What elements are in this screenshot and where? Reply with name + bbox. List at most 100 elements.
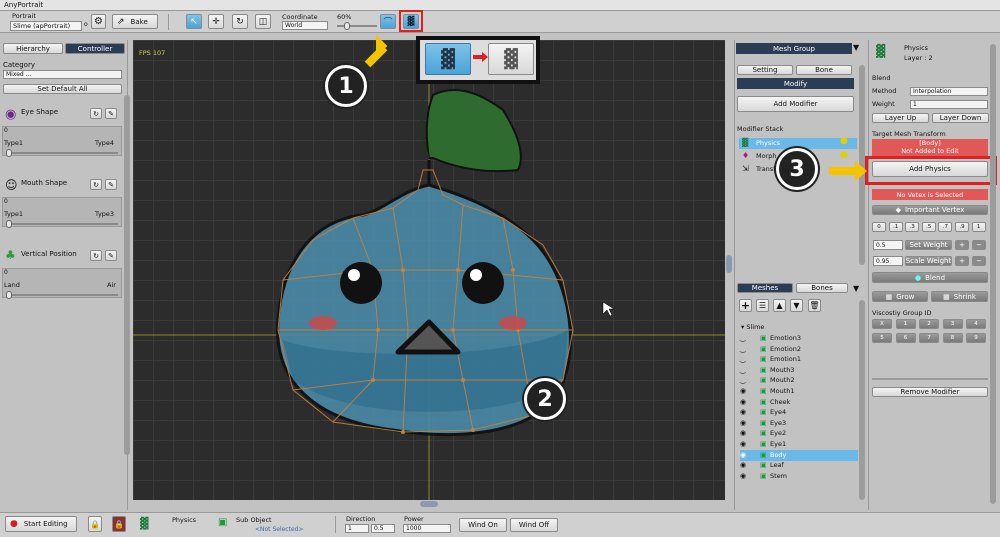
viscosity-id-button[interactable]: 5 bbox=[872, 333, 892, 343]
hidden-icon[interactable]: ‿ bbox=[740, 365, 754, 376]
modify-tab[interactable]: Modify bbox=[737, 78, 854, 89]
edit-button[interactable]: ✎ bbox=[105, 250, 117, 261]
direction-y-field[interactable]: 0.5 bbox=[371, 524, 395, 533]
grow-button[interactable]: ▦ Grow bbox=[872, 291, 928, 302]
lock-red-button[interactable]: 🔒 bbox=[112, 516, 126, 532]
add-modifier-button[interactable]: Add Modifier bbox=[737, 96, 854, 112]
eye-icon[interactable]: ◉ bbox=[740, 407, 754, 418]
controller-slider[interactable] bbox=[8, 152, 118, 154]
layer-up-button[interactable]: Layer Up bbox=[872, 113, 929, 123]
eye-icon[interactable]: ◉ bbox=[740, 450, 754, 461]
edit-button[interactable]: ✎ bbox=[105, 108, 117, 119]
eye-icon[interactable]: ◉ bbox=[740, 460, 754, 471]
wind-on-button[interactable]: Wind On bbox=[459, 518, 507, 532]
weight-preset-button[interactable]: 1 bbox=[971, 222, 986, 232]
add-physics-button[interactable]: Add Physics bbox=[872, 161, 988, 177]
layer-down-button[interactable]: Layer Down bbox=[932, 113, 989, 123]
canvas-scrollbar-h[interactable] bbox=[133, 500, 725, 508]
tab-bone[interactable]: Bone bbox=[796, 65, 852, 75]
weight-preset-button[interactable]: .5 bbox=[921, 222, 936, 232]
weight-preset-button[interactable]: .7 bbox=[938, 222, 953, 232]
hidden-icon[interactable]: ‿ bbox=[740, 354, 754, 365]
inspector-scrollbar[interactable] bbox=[990, 44, 996, 504]
tree-item[interactable]: ◉ ▣ Leaf bbox=[740, 460, 858, 471]
weight-preset-button[interactable]: .9 bbox=[955, 222, 969, 232]
tree-item[interactable]: ◉ ▣ Eye4 bbox=[740, 407, 858, 418]
method-select[interactable]: Interpolation bbox=[910, 87, 988, 96]
eye-icon[interactable]: ◉ bbox=[740, 397, 754, 408]
lock-button[interactable]: 🔒 bbox=[88, 516, 102, 532]
eye-icon[interactable]: ◉ bbox=[740, 428, 754, 439]
coordinate-select[interactable]: World bbox=[282, 21, 328, 30]
chevron-down-icon[interactable]: ▼ bbox=[853, 43, 859, 52]
mesh-scrollbar-bottom[interactable] bbox=[859, 300, 865, 500]
zoom-slider[interactable] bbox=[337, 25, 377, 27]
layer-button[interactable]: ☰ bbox=[756, 299, 769, 312]
portrait-field[interactable]: Slime (apPortrait) bbox=[10, 21, 82, 31]
set-weight-button[interactable]: Set Weight bbox=[905, 240, 952, 250]
canvas-scroll-thumb[interactable] bbox=[420, 501, 438, 507]
tab-setting[interactable]: Setting bbox=[737, 65, 793, 75]
viscosity-id-button[interactable]: 4 bbox=[966, 319, 986, 329]
viscosity-id-button[interactable]: 3 bbox=[942, 319, 963, 329]
important-vertex-button[interactable]: ◆ Important Vertex bbox=[872, 205, 988, 215]
tree-item[interactable]: ‿ ▣ Emotion2 bbox=[740, 344, 858, 355]
scale-weight-value[interactable]: 0.95 bbox=[873, 256, 903, 266]
tree-item[interactable]: ◉ ▣ Cheek bbox=[740, 397, 858, 408]
tree-item[interactable]: ‿ ▣ Emotion1 bbox=[740, 354, 858, 365]
hidden-icon[interactable]: ‿ bbox=[740, 375, 754, 386]
tree-item[interactable]: ‿ ▣ Emotion3 bbox=[740, 333, 858, 344]
hidden-icon[interactable]: ‿ bbox=[740, 344, 754, 355]
onion-skin-button[interactable]: ⌒ bbox=[380, 14, 396, 29]
delete-button[interactable]: 🗑 bbox=[808, 299, 821, 312]
wind-off-button[interactable]: Wind Off bbox=[510, 518, 558, 532]
chevron-down-icon[interactable]: ▼ bbox=[853, 284, 859, 293]
tree-item[interactable]: ‿ ▣ Mouth2 bbox=[740, 375, 858, 386]
reset-button[interactable]: ↻ bbox=[90, 250, 102, 261]
power-field[interactable]: 1000 bbox=[403, 524, 451, 533]
tree-item[interactable]: ◉ ▣ Mouth1 bbox=[740, 386, 858, 397]
shrink-button[interactable]: ▦ Shrink bbox=[931, 291, 988, 302]
lightbulb-icon[interactable]: ● bbox=[840, 136, 848, 146]
category-select[interactable]: Mixed ... bbox=[3, 70, 122, 79]
scale-tool-button[interactable]: ◫ bbox=[255, 14, 271, 29]
tab-controller[interactable]: Controller bbox=[65, 43, 125, 54]
move-down-button[interactable]: ▼ bbox=[790, 299, 803, 312]
lightbulb-icon[interactable]: ● bbox=[840, 150, 848, 160]
edit-button[interactable]: ✎ bbox=[105, 179, 117, 190]
tree-item[interactable]: ‿ ▣ Mouth3 bbox=[740, 365, 858, 376]
viscosity-id-button[interactable]: 6 bbox=[895, 333, 916, 343]
tree-root[interactable]: ▾ Slime bbox=[741, 323, 764, 331]
minus-button[interactable]: − bbox=[972, 256, 986, 266]
eye-icon[interactable]: ◉ bbox=[740, 439, 754, 450]
eye-icon[interactable]: ◉ bbox=[740, 471, 754, 482]
physics-toggle-button[interactable]: ▓ bbox=[403, 14, 419, 29]
zoom-slider-knob[interactable] bbox=[344, 22, 350, 30]
tab-bones[interactable]: Bones bbox=[796, 283, 848, 293]
canvas-scrollbar-v[interactable] bbox=[726, 255, 732, 273]
weight-preset-button[interactable]: .3 bbox=[905, 222, 920, 232]
scale-weight-button[interactable]: Scale Weight bbox=[905, 256, 952, 266]
viscosity-id-button[interactable]: 9 bbox=[966, 333, 986, 343]
controller-slider-knob[interactable] bbox=[6, 220, 12, 228]
add-mesh-button[interactable]: + bbox=[739, 299, 752, 312]
set-weight-value[interactable]: 0.5 bbox=[873, 240, 903, 250]
reset-button[interactable]: ↻ bbox=[90, 179, 102, 190]
rotate-tool-button[interactable]: ↻ bbox=[232, 14, 248, 29]
controller-slider[interactable] bbox=[8, 223, 118, 225]
tree-item[interactable]: ◉ ▣ Eye2 bbox=[740, 428, 858, 439]
controller-slider-knob[interactable] bbox=[6, 149, 12, 157]
remove-modifier-button[interactable]: Remove Modifier bbox=[872, 387, 988, 397]
set-default-all-button[interactable]: Set Default All bbox=[3, 84, 122, 94]
settings-button[interactable]: ⚙ bbox=[91, 14, 106, 29]
move-tool-button[interactable]: ✛ bbox=[208, 14, 224, 29]
hidden-icon[interactable]: ‿ bbox=[740, 333, 754, 344]
viscosity-id-button[interactable]: 7 bbox=[919, 333, 939, 343]
tree-item[interactable]: ◉ ▣ Eye1 bbox=[740, 439, 858, 450]
minus-button[interactable]: − bbox=[972, 240, 986, 250]
tree-item[interactable]: ◉ ▣ Body bbox=[740, 449, 858, 461]
move-up-button[interactable]: ▲ bbox=[773, 299, 786, 312]
tab-hierarchy[interactable]: Hierarchy bbox=[3, 43, 63, 54]
reset-button[interactable]: ↻ bbox=[90, 108, 102, 119]
tab-meshes[interactable]: Meshes bbox=[737, 283, 793, 293]
